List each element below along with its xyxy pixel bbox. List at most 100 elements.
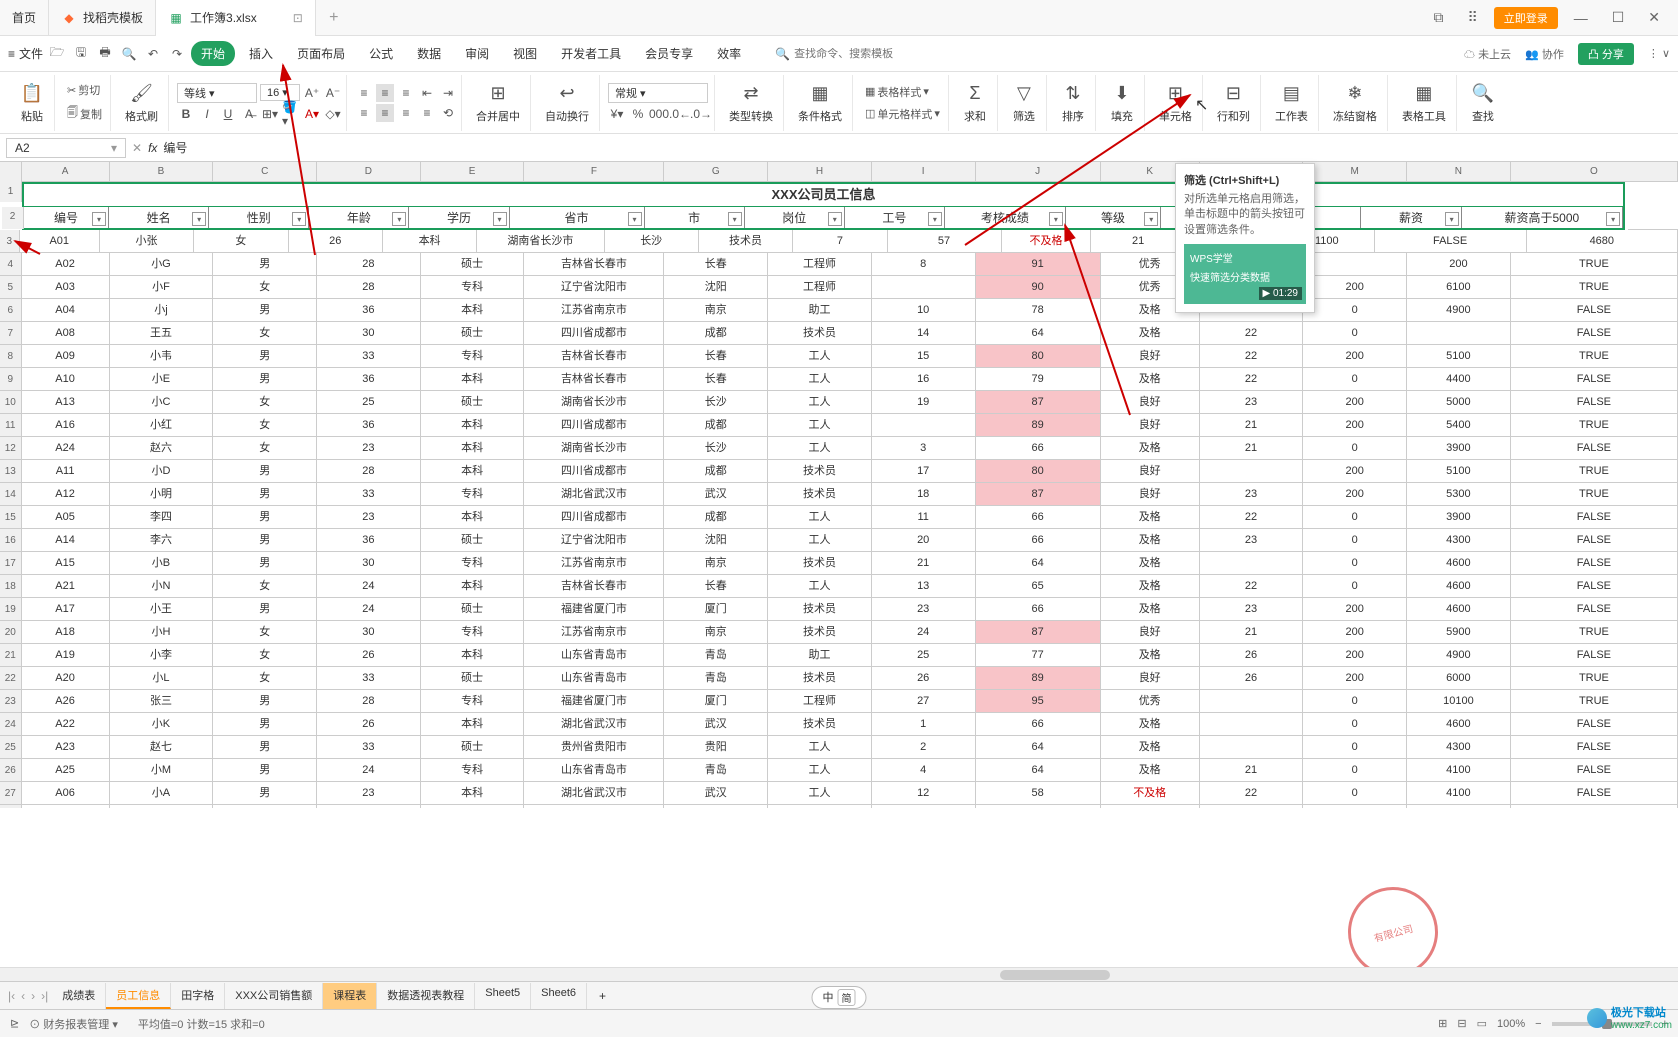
underline-icon[interactable]: U	[219, 105, 237, 123]
table-row[interactable]: 24A22小K男26本科湖北省武汉市武汉技术员166及格04600FALSE	[0, 713, 1678, 736]
cell[interactable]: 4600	[1407, 598, 1511, 621]
apps-icon[interactable]: ⠿	[1459, 5, 1485, 30]
cell[interactable]: 四川省成都市	[524, 506, 664, 529]
sheet-tab[interactable]: XXX公司销售额	[225, 983, 323, 1009]
tabletool-button[interactable]: ▦表格工具	[1396, 82, 1452, 124]
menu-eff[interactable]: 效率	[707, 41, 751, 66]
row-head-2[interactable]: 2	[2, 207, 24, 229]
row-head[interactable]: 8	[0, 345, 22, 368]
cell[interactable]: A16	[22, 414, 110, 437]
cell[interactable]: 及格	[1101, 713, 1200, 736]
more-menu[interactable]: ⋮ ∨	[1648, 47, 1670, 60]
cell[interactable]: 20	[872, 529, 976, 552]
cell[interactable]: 21	[1200, 621, 1304, 644]
table-row[interactable]: 7A08王五女30硕士四川省成都市成都技术员1464及格220FALSE	[0, 322, 1678, 345]
cell[interactable]: 13	[872, 575, 976, 598]
cell[interactable]: 小李	[110, 644, 214, 667]
cell[interactable]: 不及格	[1002, 230, 1092, 253]
cell[interactable]: 吉林省长春市	[524, 368, 664, 391]
view-normal-icon[interactable]: ⊞	[1438, 1017, 1447, 1030]
cell[interactable]: 及格	[1101, 759, 1200, 782]
table-row[interactable]: 27A06小A男23本科湖北省武汉市武汉工人1258不及格2204100FALS…	[0, 782, 1678, 805]
row-head[interactable]: 19	[0, 598, 22, 621]
copy-button[interactable]: 🗐 复制	[63, 102, 106, 125]
cell[interactable]: FALSE	[1511, 598, 1678, 621]
cell[interactable]: 及格	[1101, 598, 1200, 621]
cell[interactable]: 200	[1303, 414, 1407, 437]
dec-dec-icon[interactable]: .0→	[692, 105, 710, 123]
cell[interactable]: 小N	[110, 575, 214, 598]
search-input[interactable]	[794, 48, 914, 60]
cell[interactable]: 本科	[421, 368, 525, 391]
grid-area[interactable]: ABCDEFGHIJKLMNO 1 XXX公司员工信息 2 编号▾姓名▾性别▾年…	[0, 162, 1678, 808]
undo-icon[interactable]: ↶	[143, 44, 163, 64]
cell[interactable]: 23	[1200, 529, 1304, 552]
cell[interactable]: 本科	[421, 506, 525, 529]
cell[interactable]: A09	[22, 345, 110, 368]
col-head-N[interactable]: N	[1407, 162, 1511, 182]
cell[interactable]: 男	[213, 299, 317, 322]
cell[interactable]: 57	[888, 230, 1002, 253]
cell[interactable]: 女	[213, 644, 317, 667]
italic-icon[interactable]: I	[198, 105, 216, 123]
sheet-tab[interactable]: 员工信息	[106, 983, 171, 1009]
cell[interactable]: 3900	[1407, 437, 1511, 460]
cell[interactable]: 3	[872, 437, 976, 460]
cell[interactable]: 工人	[768, 414, 872, 437]
cell[interactable]: 湖北省武汉市	[524, 483, 664, 506]
view-page-icon[interactable]: ⊟	[1457, 1017, 1466, 1030]
row-head[interactable]: 21	[0, 644, 22, 667]
header-7[interactable]: 岗位▾	[745, 207, 845, 228]
cell[interactable]: 吉林省长春市	[524, 345, 664, 368]
tab-home[interactable]: 首页	[0, 0, 49, 36]
cell[interactable]: 33	[317, 736, 421, 759]
cell[interactable]: 小M	[110, 759, 214, 782]
cell[interactable]: 四川省成都市	[524, 414, 664, 437]
cell[interactable]: 24	[872, 621, 976, 644]
align-left-icon[interactable]: ≡	[355, 104, 373, 122]
cell[interactable]	[1200, 690, 1304, 713]
filter-arrow-icon[interactable]: ▾	[1606, 212, 1620, 226]
cell[interactable]: 87	[976, 621, 1101, 644]
filter-arrow-icon[interactable]: ▾	[1445, 212, 1459, 226]
paste-button[interactable]: 📋粘贴	[14, 82, 50, 124]
header-4[interactable]: 学历▾	[409, 207, 509, 228]
cell[interactable]: 硕士	[421, 598, 525, 621]
cell[interactable]: A01	[20, 230, 100, 253]
cell[interactable]: TRUE	[1511, 667, 1678, 690]
cell[interactable]: 长春	[664, 345, 768, 368]
more-icon[interactable]: ⊡	[293, 11, 303, 25]
cell[interactable]: 四川省成都市	[524, 322, 664, 345]
filter-arrow-icon[interactable]: ▾	[493, 212, 507, 226]
cell[interactable]: A22	[22, 713, 110, 736]
table-row[interactable]: 4A02小G男28硕士吉林省长春市长春工程师891优秀200TRUE	[0, 253, 1678, 276]
cell[interactable]: 长沙	[605, 230, 699, 253]
cell[interactable]: 赵七	[110, 736, 214, 759]
cell[interactable]: FALSE	[1511, 322, 1678, 345]
cell[interactable]: 及格	[1101, 437, 1200, 460]
view-read-icon[interactable]: ▭	[1477, 1017, 1487, 1030]
cell[interactable]: 0	[1303, 782, 1407, 805]
cell[interactable]: 技术员	[768, 552, 872, 575]
cell[interactable]: 90	[976, 276, 1101, 299]
fx-icon[interactable]: fx	[148, 141, 157, 155]
cell[interactable]: 小A	[110, 782, 214, 805]
cell[interactable]: 技术员	[768, 598, 872, 621]
filter-arrow-icon[interactable]: ▾	[628, 212, 642, 226]
cell[interactable]: 5400	[1407, 414, 1511, 437]
table-row[interactable]: 14A12小明男33专科湖北省武汉市武汉技术员1887良好232005300TR…	[0, 483, 1678, 506]
cell[interactable]: 10	[872, 299, 976, 322]
row-head[interactable]: 5	[0, 276, 22, 299]
cell[interactable]: 长春	[664, 575, 768, 598]
cell[interactable]: 贵阳	[664, 736, 768, 759]
cell[interactable]: 长沙	[664, 391, 768, 414]
cell[interactable]: A13	[22, 391, 110, 414]
cell[interactable]: 4300	[1407, 529, 1511, 552]
cell[interactable]: A14	[22, 529, 110, 552]
cell[interactable]: 66	[976, 529, 1101, 552]
cell[interactable]: 男	[213, 598, 317, 621]
cell[interactable]: 男	[213, 460, 317, 483]
cell[interactable]: 33	[317, 667, 421, 690]
cell[interactable]: 吉林省长春市	[524, 253, 664, 276]
table-row[interactable]: 12A24赵六女23本科湖南省长沙市长沙工人366及格2103900FALSE	[0, 437, 1678, 460]
